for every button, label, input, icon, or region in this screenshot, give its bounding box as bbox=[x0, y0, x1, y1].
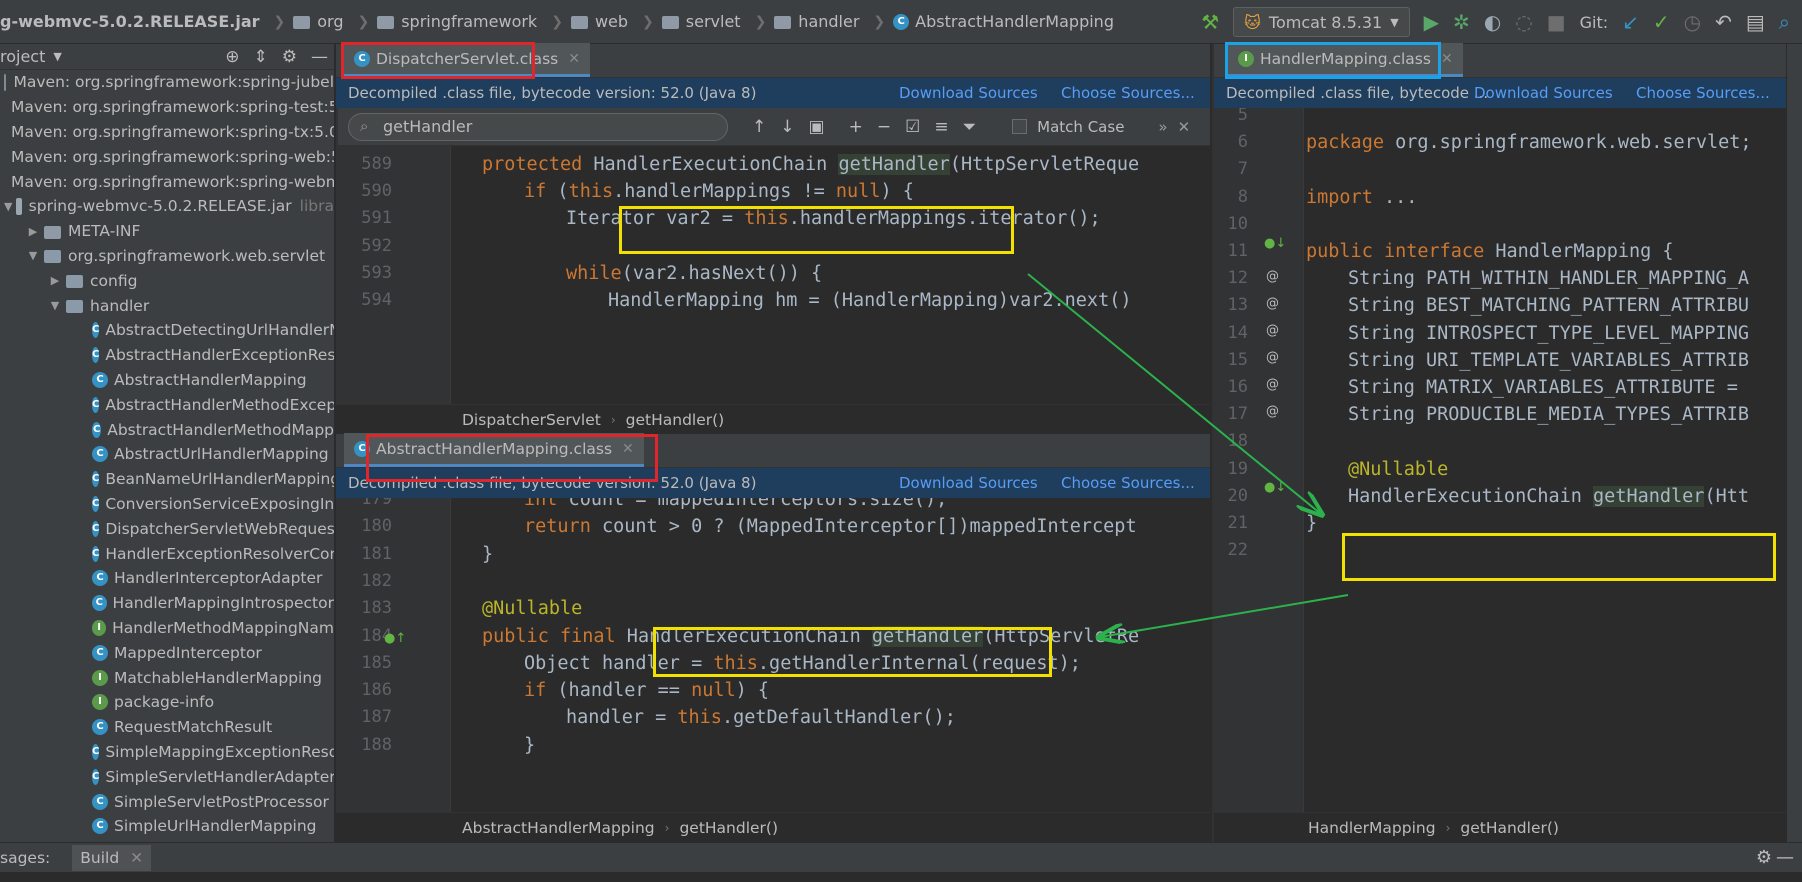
arrow-interface-to-abstract bbox=[1100, 594, 1349, 637]
close-icon[interactable]: ✕ bbox=[130, 849, 143, 867]
arrow-dispatcher-to-interface bbox=[1027, 273, 1321, 514]
messages-label: sages: bbox=[0, 848, 51, 867]
annotation-arrows bbox=[1027, 273, 1349, 882]
hide-icon[interactable]: — bbox=[1776, 847, 1794, 868]
tab-build[interactable]: Build ✕ bbox=[72, 844, 152, 871]
bottom-tool-bar: sages: Build ✕ ⚙ — bbox=[0, 842, 1802, 872]
gear-icon[interactable]: ⚙ bbox=[1756, 847, 1772, 868]
status-strip bbox=[0, 872, 1802, 882]
tab-label: Build bbox=[80, 848, 120, 867]
